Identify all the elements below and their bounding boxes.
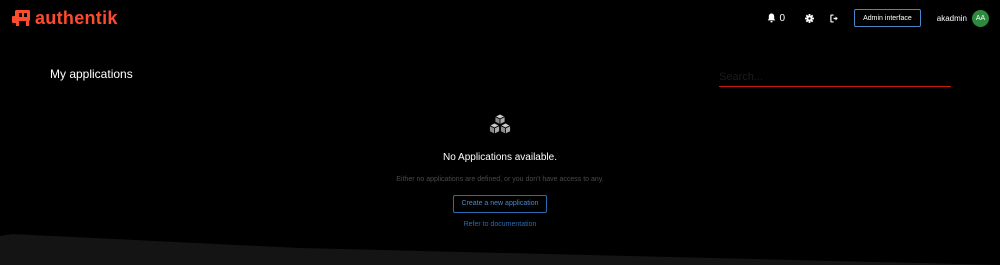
search-box (719, 67, 951, 87)
empty-state-description: Either no applications are defined, or y… (396, 176, 604, 183)
empty-state: No Applications available. Either no app… (0, 113, 1000, 228)
notification-count: 0 (779, 12, 786, 24)
gear-icon (804, 13, 814, 23)
logo-text: authentik (35, 8, 118, 28)
logout-button[interactable] (827, 11, 841, 25)
search-input[interactable] (719, 68, 951, 87)
create-application-button[interactable]: Create a new application (453, 195, 547, 213)
page-title: My applications (50, 67, 133, 81)
cubes-icon (489, 113, 511, 135)
brand-logo[interactable]: authentik (12, 9, 118, 27)
header-toolbar: 0 Admin interface akadmin AA (767, 0, 1000, 36)
app-page: authentik 0 Admin interface akadmin AA M… (0, 0, 1000, 265)
avatar[interactable]: AA (972, 9, 989, 27)
username: akadmin (936, 13, 967, 23)
logout-icon (829, 13, 838, 23)
settings-button[interactable] (802, 11, 816, 25)
empty-state-title: No Applications available. (443, 152, 557, 163)
notifications-button[interactable]: 0 (767, 12, 786, 24)
documentation-link[interactable]: Refer to documentation (0, 221, 1000, 228)
admin-interface-button[interactable]: Admin interface (854, 9, 921, 27)
bell-icon (767, 13, 775, 23)
authentik-logo-icon (12, 10, 30, 26)
